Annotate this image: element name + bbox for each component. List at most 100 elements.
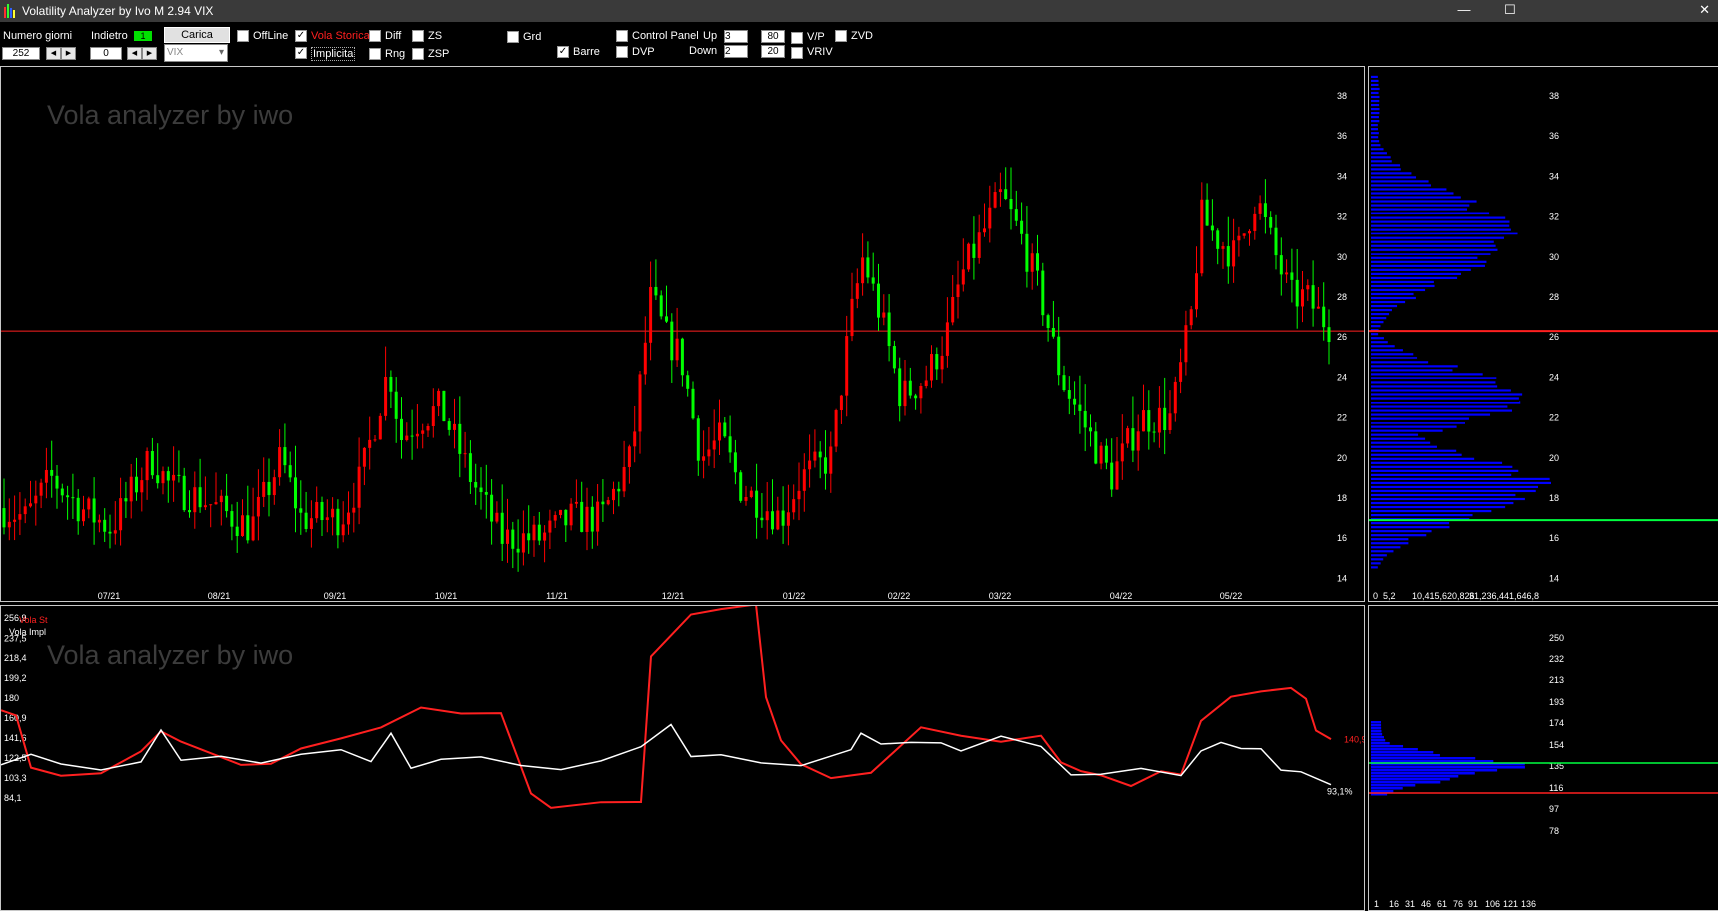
profile-bar — [1371, 180, 1429, 183]
numero-giorni-input[interactable]: 252 — [2, 47, 40, 60]
indietro-input[interactable]: 0 — [90, 47, 122, 60]
candle-body — [808, 460, 812, 470]
indietro-left-icon[interactable]: ◀ — [127, 47, 142, 60]
candle-body — [1327, 327, 1331, 343]
candle-body — [559, 509, 562, 516]
vola-storica-checkbox[interactable]: ✓ — [295, 30, 307, 42]
candle-body — [951, 296, 955, 323]
volatility-line-chart[interactable]: 256,9237,5218,4199,2180160,9141,6122,510… — [1, 606, 1364, 910]
profile-panel: 38 36 34 32 30 28 26 24 22 20 18 16 14 0 5,2 10,415,620… — [1368, 66, 1718, 602]
profile-bar — [1371, 91, 1379, 95]
vriv-label: VRIV — [807, 46, 833, 58]
rng-checkbox[interactable] — [369, 48, 381, 60]
last-vola-storica-label: 140,9 — [1344, 735, 1364, 745]
zsp-checkbox[interactable] — [412, 48, 424, 60]
candle-body — [1205, 199, 1209, 226]
zvd-checkbox[interactable] — [835, 30, 847, 42]
vriv-checkbox[interactable] — [791, 47, 803, 59]
candle-body — [998, 189, 1002, 193]
candle-body — [214, 502, 218, 505]
lower-profile-x-label: 46 — [1421, 899, 1431, 909]
candle-body — [1020, 220, 1024, 234]
candle-body — [1120, 443, 1124, 462]
y-tick-label: 38 — [1337, 91, 1347, 101]
control-panel-checkbox[interactable] — [616, 30, 628, 42]
profile-bar — [1371, 405, 1508, 408]
carica-button[interactable]: Carica — [164, 27, 230, 43]
volatility-profile-chart[interactable]: 25023221319317415413511697781 16 31 46 61 76 9… — [1369, 606, 1718, 910]
candle-body — [553, 515, 557, 521]
candle-body — [1163, 407, 1167, 431]
candle-body — [241, 515, 244, 537]
candle-body — [235, 526, 239, 537]
candle-body — [1157, 407, 1161, 433]
candle-body — [44, 469, 48, 483]
candle-body — [728, 436, 732, 453]
offline-checkbox[interactable] — [237, 30, 249, 42]
candle-body — [521, 533, 525, 553]
down-pct-input[interactable]: 20 — [761, 45, 785, 58]
profile-bar — [1371, 489, 1536, 493]
implicita-checkbox[interactable]: ✓ — [295, 47, 307, 59]
profile-bar — [1371, 425, 1457, 428]
profile-bar — [1371, 208, 1468, 211]
maximize-button[interactable]: ☐ — [1487, 0, 1533, 22]
candlestick-chart[interactable]: 38 36 34 32 30 28 26 24 22 20 18 16 14 07/21 08/21 09/2… — [1, 67, 1364, 601]
candle-body — [1014, 209, 1018, 221]
rng-label: Rng — [385, 48, 406, 60]
profile-bar — [1371, 522, 1450, 525]
up-input[interactable]: 3 — [724, 30, 748, 43]
candle-body — [92, 498, 96, 523]
candle-body — [389, 376, 393, 392]
candle-body — [1142, 410, 1145, 432]
indietro-right-icon[interactable]: ▶ — [142, 47, 157, 60]
up-pct-input[interactable]: 80 — [761, 30, 785, 43]
candle-body — [1179, 362, 1183, 382]
minimize-button[interactable]: — — [1441, 0, 1487, 22]
profile-bar — [1371, 317, 1387, 320]
candle-body — [670, 321, 674, 361]
candle-body — [87, 498, 91, 510]
candle-body — [129, 476, 133, 502]
profile-x-label: 31,236,441,646,8 — [1469, 591, 1539, 601]
candle-body — [1237, 235, 1241, 241]
profile-y-tick-label: 32 — [1549, 212, 1559, 222]
candle-body — [739, 472, 743, 501]
numero-giorni-left-icon[interactable]: ◀ — [46, 47, 61, 60]
candle-body — [177, 474, 181, 476]
numero-giorni-label: Numero giorni — [3, 30, 73, 42]
y-tick-label: 32 — [1337, 212, 1347, 222]
candle-body — [786, 512, 790, 526]
diff-checkbox[interactable] — [369, 30, 381, 42]
candle-body — [400, 418, 403, 440]
close-button[interactable]: ✕ — [1533, 0, 1718, 22]
candle-body — [1242, 233, 1246, 236]
y-tick-label: 16 — [1337, 533, 1347, 543]
x-tick-label: 12/21 — [662, 591, 685, 601]
candle-body — [347, 512, 350, 525]
y-tick-label: 26 — [1337, 332, 1347, 342]
symbol-select[interactable]: VIX ▾ — [164, 44, 228, 62]
vp-checkbox[interactable] — [791, 32, 803, 44]
x-tick-label: 05/22 — [1220, 591, 1243, 601]
candle-body — [166, 471, 170, 481]
candle-body — [172, 474, 176, 481]
candle-body — [55, 475, 59, 489]
profile-bar — [1371, 413, 1491, 416]
lower-profile-bar — [1371, 787, 1403, 790]
zs-checkbox[interactable] — [412, 30, 424, 42]
candle-body — [707, 449, 711, 457]
lower-profile-bar — [1371, 760, 1494, 763]
candle-body — [415, 433, 419, 437]
candle-body — [744, 496, 748, 501]
dvp-checkbox[interactable] — [616, 46, 628, 58]
volume-profile-chart[interactable]: 38 36 34 32 30 28 26 24 22 20 18 16 14 0 5,2 10,415,620… — [1369, 67, 1718, 601]
down-input[interactable]: 2 — [724, 45, 748, 58]
candle-body — [898, 368, 902, 407]
numero-giorni-right-icon[interactable]: ▶ — [61, 47, 76, 60]
candle-body — [877, 283, 880, 318]
barre-checkbox[interactable]: ✓ — [557, 46, 569, 58]
grd-checkbox[interactable] — [507, 31, 519, 43]
candle-body — [543, 532, 547, 541]
candle-body — [373, 439, 377, 441]
